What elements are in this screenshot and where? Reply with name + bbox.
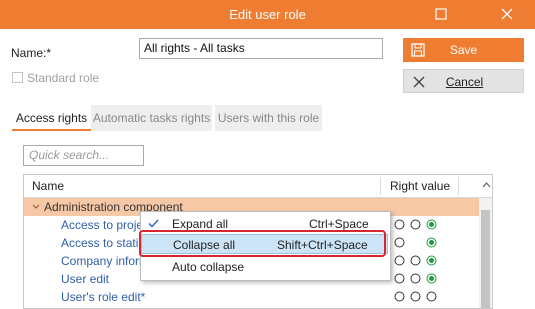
checkmark-icon — [148, 219, 159, 228]
close-icon — [501, 8, 513, 20]
radio-option-selected[interactable] — [426, 219, 437, 233]
column-header-name[interactable]: Name — [32, 179, 64, 193]
maximize-icon — [435, 8, 447, 20]
title-bar: Edit user role — [0, 0, 535, 29]
radio-option-selected[interactable] — [426, 273, 437, 287]
radio-option-selected[interactable] — [426, 255, 437, 269]
radio-option[interactable] — [394, 273, 405, 287]
radio-option[interactable] — [394, 291, 405, 305]
highlight-outline — [139, 230, 386, 257]
scrollbar-thumb[interactable] — [481, 210, 490, 308]
standard-role-checkbox[interactable] — [12, 72, 23, 83]
radio-option[interactable] — [410, 219, 421, 233]
maximize-button[interactable] — [423, 0, 459, 29]
name-input[interactable]: All rights - All tasks — [139, 38, 383, 59]
scroll-up-icon[interactable] — [482, 179, 491, 191]
menu-item-label: Auto collapse — [172, 260, 245, 274]
menu-item-auto-collapse[interactable]: Auto collapse — [141, 257, 388, 277]
tab-access-rights[interactable]: Access rights — [12, 105, 91, 131]
row-label: Company inform — [61, 254, 150, 268]
radio-option[interactable] — [410, 255, 421, 269]
save-button-label: Save — [449, 43, 478, 57]
collapse-arrow-icon[interactable] — [32, 204, 40, 210]
radio-option[interactable] — [394, 255, 405, 269]
row-label: Access to statis — [61, 236, 145, 250]
radio-option[interactable] — [410, 273, 421, 287]
table-row[interactable]: User's role edit* — [24, 288, 479, 306]
menu-item-shortcut: Ctrl+Space — [309, 217, 369, 231]
vertical-scrollbar[interactable] — [479, 198, 492, 308]
radio-option[interactable] — [426, 291, 437, 305]
radio-option-selected[interactable] — [426, 237, 437, 251]
cancel-button-label: Cancel — [445, 75, 484, 89]
tab-automatic-tasks-rights[interactable]: Automatic tasks rights — [91, 105, 212, 131]
save-button[interactable]: Save — [403, 38, 524, 62]
quick-search-input[interactable]: Quick search... — [23, 145, 144, 166]
cancel-button[interactable]: Cancel — [403, 69, 524, 93]
name-label: Name:* — [11, 46, 52, 60]
radio-option[interactable] — [394, 219, 405, 233]
standard-role-label: Standard role — [27, 71, 100, 85]
tab-users-with-this-role[interactable]: Users with this role — [215, 105, 322, 131]
radio-option[interactable] — [394, 237, 405, 251]
row-label: Access to proje — [61, 218, 144, 232]
menu-item-label: Expand all — [172, 217, 229, 231]
close-button[interactable] — [489, 0, 525, 29]
column-divider — [458, 177, 459, 195]
row-label: User edit — [61, 272, 110, 286]
radio-option[interactable] — [410, 291, 421, 305]
grid-header: Name Right value — [24, 175, 492, 198]
column-header-right-value[interactable]: Right value — [390, 179, 450, 193]
row-label: User's role edit* — [61, 290, 146, 304]
column-divider — [380, 177, 381, 195]
